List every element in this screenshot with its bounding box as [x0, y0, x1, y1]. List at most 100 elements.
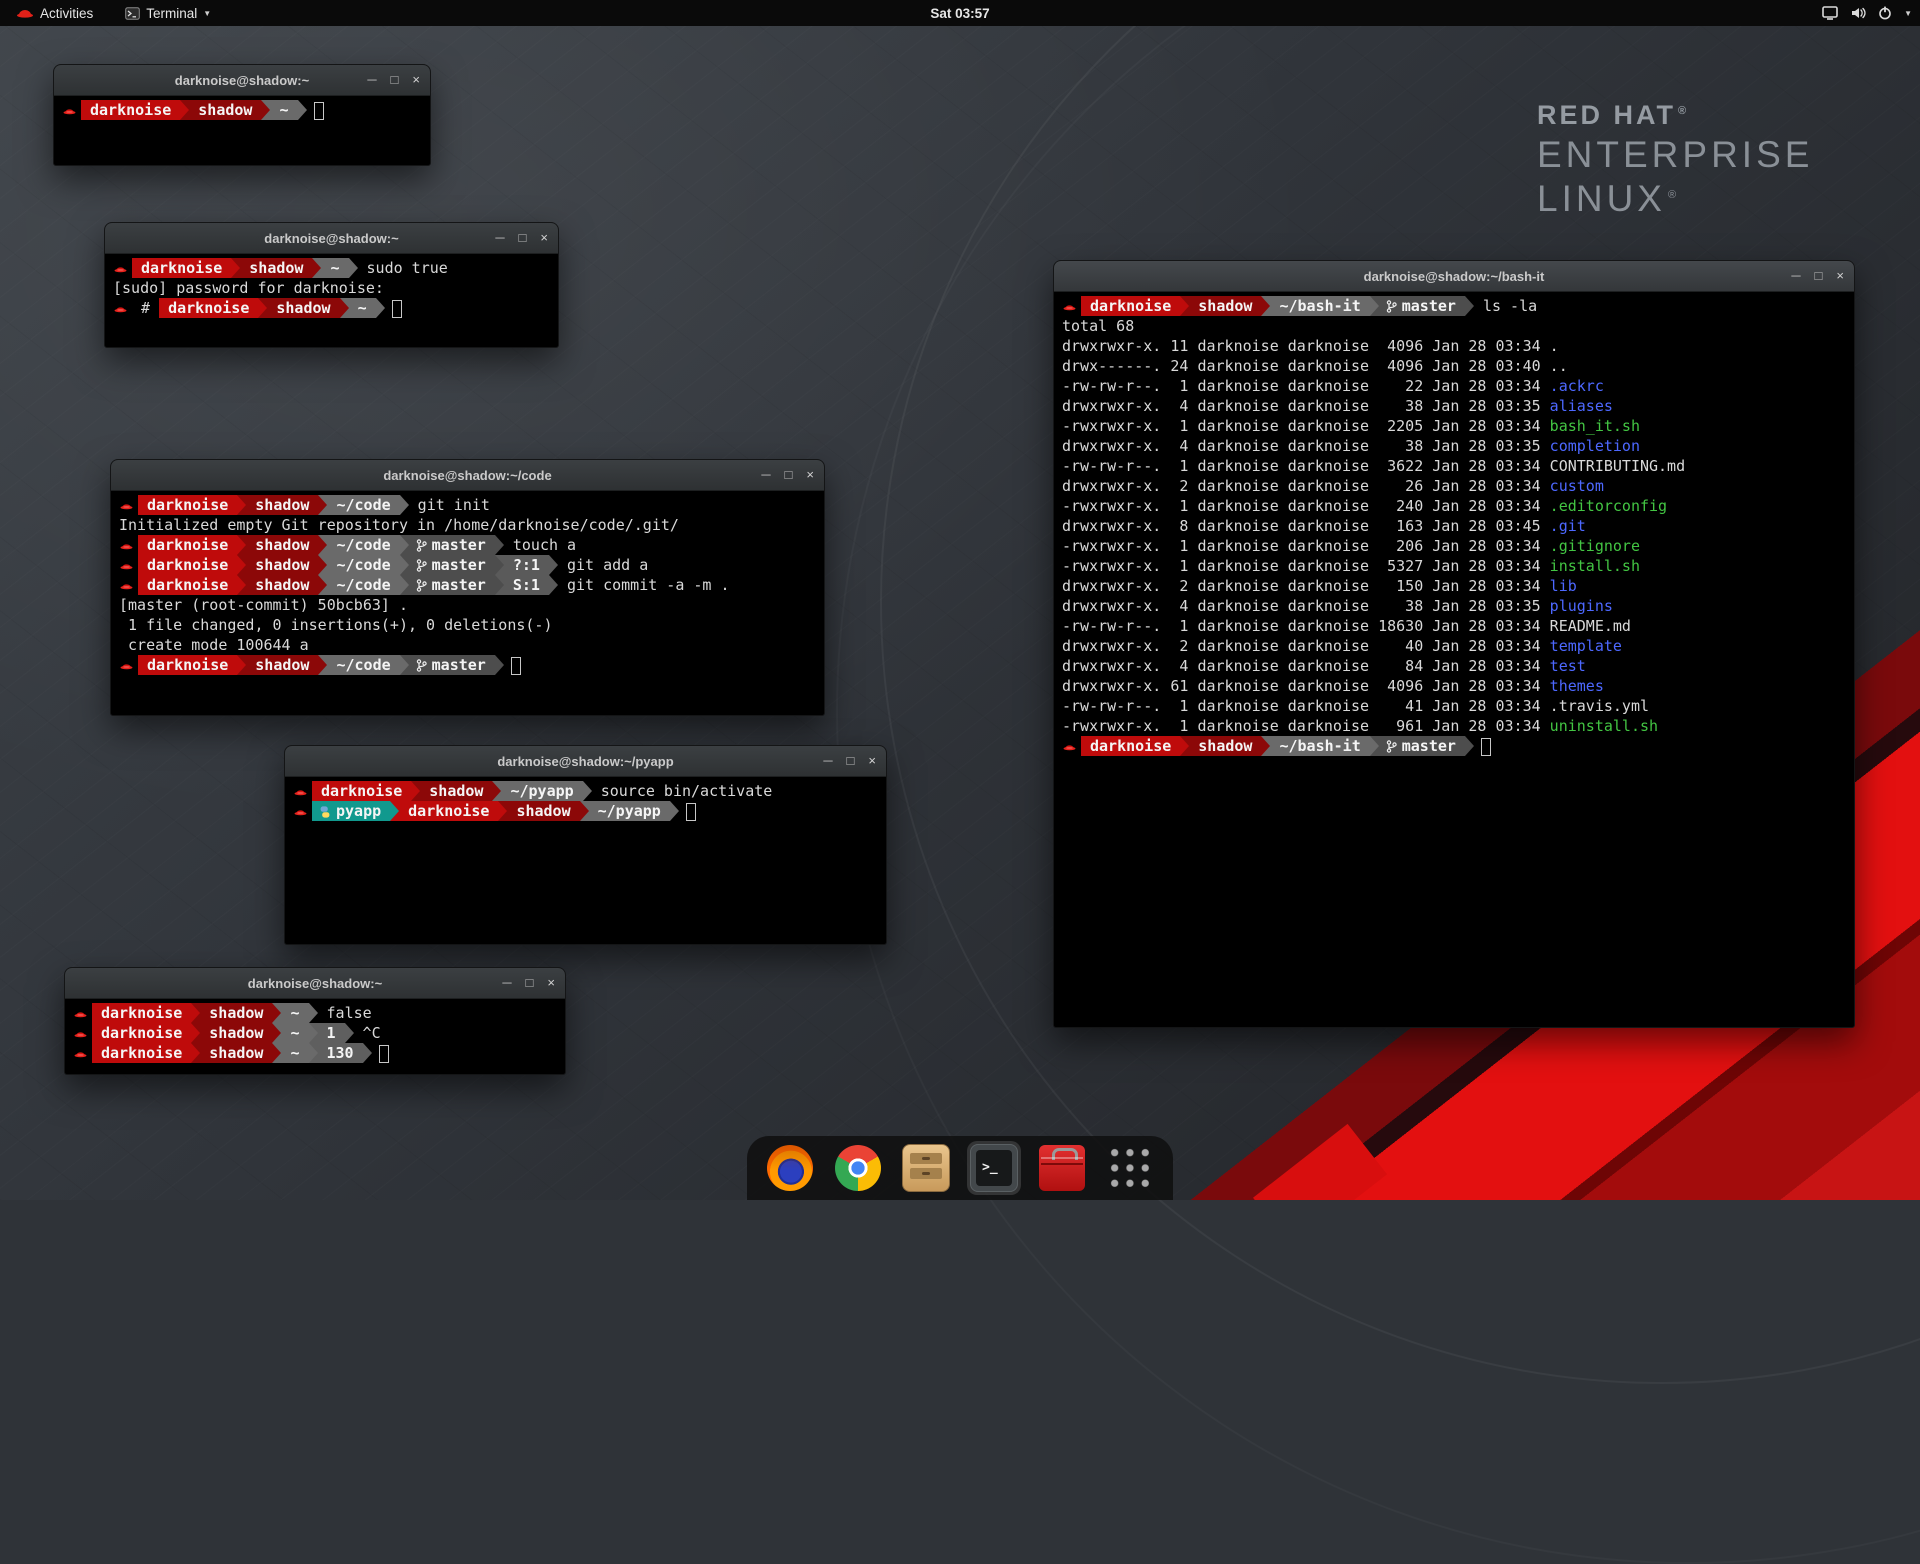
- powerline-separator: [237, 555, 246, 575]
- powerline-separator: [400, 655, 409, 675]
- titlebar[interactable]: darknoise@shadow:~ ─ □ ×: [65, 968, 565, 999]
- prompt-segment-host: shadow: [507, 801, 579, 821]
- toolbox-icon: [1039, 1145, 1085, 1191]
- terminal-output[interactable]: darknoiseshadow~ falsedarknoiseshadow~1 …: [65, 999, 565, 1067]
- powerline-separator: [492, 781, 501, 801]
- prompt-segment-git: master: [409, 655, 495, 675]
- terminal-line: darknoiseshadow~: [62, 100, 422, 120]
- window-title: darknoise@shadow:~/code: [383, 468, 551, 483]
- terminal-line: darknoiseshadow~/codemaster: [119, 655, 816, 675]
- maximize-button[interactable]: □: [391, 65, 399, 95]
- terminal-line: create mode 100644 a: [119, 635, 816, 655]
- terminal-line: Initialized empty Git repository in /hom…: [119, 515, 816, 535]
- close-button[interactable]: ×: [547, 968, 555, 998]
- redhat-icon: [120, 535, 133, 555]
- terminal-cursor: [314, 102, 324, 120]
- prompt-segment-path: ~/pyapp: [501, 781, 582, 801]
- terminal-cursor: [392, 300, 402, 318]
- titlebar[interactable]: darknoise@shadow:~/code ─ □ ×: [111, 460, 824, 491]
- prompt-segment-host: shadow: [246, 535, 318, 555]
- titlebar[interactable]: darknoise@shadow:~/pyapp ─ □ ×: [285, 746, 886, 777]
- prompt-segment-path: ~: [281, 1003, 308, 1023]
- prompt-segment-exit: 130: [318, 1043, 363, 1063]
- close-button[interactable]: ×: [540, 223, 548, 253]
- terminal-text: sudo true: [358, 259, 448, 277]
- minimize-button[interactable]: ─: [502, 968, 511, 998]
- redhat-icon: [1063, 736, 1076, 756]
- prompt-segment-path: ~/code: [327, 555, 399, 575]
- dock-item-files[interactable]: [899, 1141, 953, 1195]
- system-status-area[interactable]: ▼: [1822, 0, 1912, 26]
- redhat-icon: [63, 100, 76, 120]
- close-button[interactable]: ×: [1836, 261, 1844, 291]
- dock-item-show-applications[interactable]: [1103, 1141, 1157, 1195]
- terminal-line: darknoiseshadow~130: [73, 1043, 557, 1063]
- powerline-separator: [272, 1023, 281, 1043]
- prompt-segment-user: darknoise: [138, 655, 237, 675]
- minimize-button[interactable]: ─: [1791, 261, 1800, 291]
- terminal-line: drwxrwxr-x. 8 darknoise darknoise 163 Ja…: [1062, 516, 1846, 536]
- terminal-output[interactable]: darknoiseshadow~: [54, 96, 430, 124]
- terminal-output[interactable]: darknoiseshadow~/pyapp source bin/activa…: [285, 777, 886, 825]
- terminal-line: drwxrwxr-x. 61 darknoise darknoise 4096 …: [1062, 676, 1846, 696]
- dock-item-toolbox[interactable]: [1035, 1141, 1089, 1195]
- terminal-text: [sudo] password for darknoise:: [113, 279, 393, 297]
- close-button[interactable]: ×: [412, 65, 420, 95]
- dock-item-chrome[interactable]: [831, 1141, 885, 1195]
- terminal-text: git init: [409, 496, 490, 514]
- redhat-icon: [16, 7, 34, 20]
- titlebar[interactable]: darknoise@shadow:~ ─ □ ×: [105, 223, 558, 254]
- maximize-button[interactable]: □: [785, 460, 793, 490]
- terminal-line: darknoiseshadow~/codemaster?:1 git add a: [119, 555, 816, 575]
- terminal-line: -rw-rw-r--. 1 darknoise darknoise 22 Jan…: [1062, 376, 1846, 396]
- display-icon[interactable]: [1822, 6, 1838, 20]
- volume-icon[interactable]: [1850, 6, 1866, 20]
- dock-item-firefox[interactable]: [763, 1141, 817, 1195]
- minimize-button[interactable]: ─: [761, 460, 770, 490]
- terminal-text: -rwxrwxr-x. 1 darknoise darknoise 2205 J…: [1062, 417, 1550, 435]
- powerline-separator: [1180, 736, 1189, 756]
- powerline-separator: [400, 575, 409, 595]
- app-menu-terminal[interactable]: Terminal ▼: [117, 0, 219, 26]
- terminal-text: -rw-rw-r--. 1 darknoise darknoise 41 Jan…: [1062, 697, 1649, 715]
- titlebar[interactable]: darknoise@shadow:~/bash-it ─ □ ×: [1054, 261, 1854, 292]
- terminal-text: drwxrwxr-x. 4 darknoise darknoise 38 Jan…: [1062, 397, 1550, 415]
- prompt-segment-stat: S:1: [504, 575, 549, 595]
- powerline-separator: [549, 575, 558, 595]
- minimize-button[interactable]: ─: [823, 746, 832, 776]
- redhat-icon: [294, 781, 307, 801]
- power-icon[interactable]: [1878, 6, 1892, 20]
- clock[interactable]: Sat 03:57: [930, 6, 989, 21]
- terminal-line: [master (root-commit) 50bcb63] .: [119, 595, 816, 615]
- terminal-text: -rw-rw-r--. 1 darknoise darknoise 18630 …: [1062, 617, 1631, 635]
- prompt-segment-user: darknoise: [138, 495, 237, 515]
- terminal-line: -rw-rw-r--. 1 darknoise darknoise 41 Jan…: [1062, 696, 1846, 716]
- terminal-output[interactable]: darknoise shadow ~/code git initInitialize…: [111, 491, 824, 679]
- prompt-segment-host: shadow: [1189, 296, 1261, 316]
- terminal-line: drwxrwxr-x. 2 darknoise darknoise 26 Jan…: [1062, 476, 1846, 496]
- terminal-text: -rwxrwxr-x. 1 darknoise darknoise 206 Ja…: [1062, 537, 1550, 555]
- terminal-window: darknoise@shadow:~ ─ □ × darknoiseshadow…: [53, 64, 431, 166]
- terminal-line: [sudo] password for darknoise:: [113, 278, 550, 298]
- maximize-button[interactable]: □: [1815, 261, 1823, 291]
- maximize-button[interactable]: □: [519, 223, 527, 253]
- powerline-separator: [549, 555, 558, 575]
- watermark-red-hat: RED HAT®: [1537, 100, 1813, 131]
- maximize-button[interactable]: □: [847, 746, 855, 776]
- close-button[interactable]: ×: [868, 746, 876, 776]
- powerline-separator: [318, 575, 327, 595]
- close-button[interactable]: ×: [806, 460, 814, 490]
- maximize-button[interactable]: □: [526, 968, 534, 998]
- powerline-separator: [583, 781, 592, 801]
- activities-button[interactable]: Activities: [8, 0, 101, 26]
- prompt-segment-git: master: [409, 555, 495, 575]
- file-name: .editorconfig: [1550, 497, 1667, 515]
- terminal-output[interactable]: darknoiseshadow~ sudo true[sudo] passwor…: [105, 254, 558, 322]
- file-name: .git: [1550, 517, 1586, 535]
- minimize-button[interactable]: ─: [367, 65, 376, 95]
- prompt-segment-host: shadow: [200, 1043, 272, 1063]
- minimize-button[interactable]: ─: [495, 223, 504, 253]
- dock-item-terminal[interactable]: >_: [967, 1141, 1021, 1195]
- terminal-output[interactable]: darknoiseshadow~/bash-itmaster ls -latot…: [1054, 292, 1854, 760]
- titlebar[interactable]: darknoise@shadow:~ ─ □ ×: [54, 65, 430, 96]
